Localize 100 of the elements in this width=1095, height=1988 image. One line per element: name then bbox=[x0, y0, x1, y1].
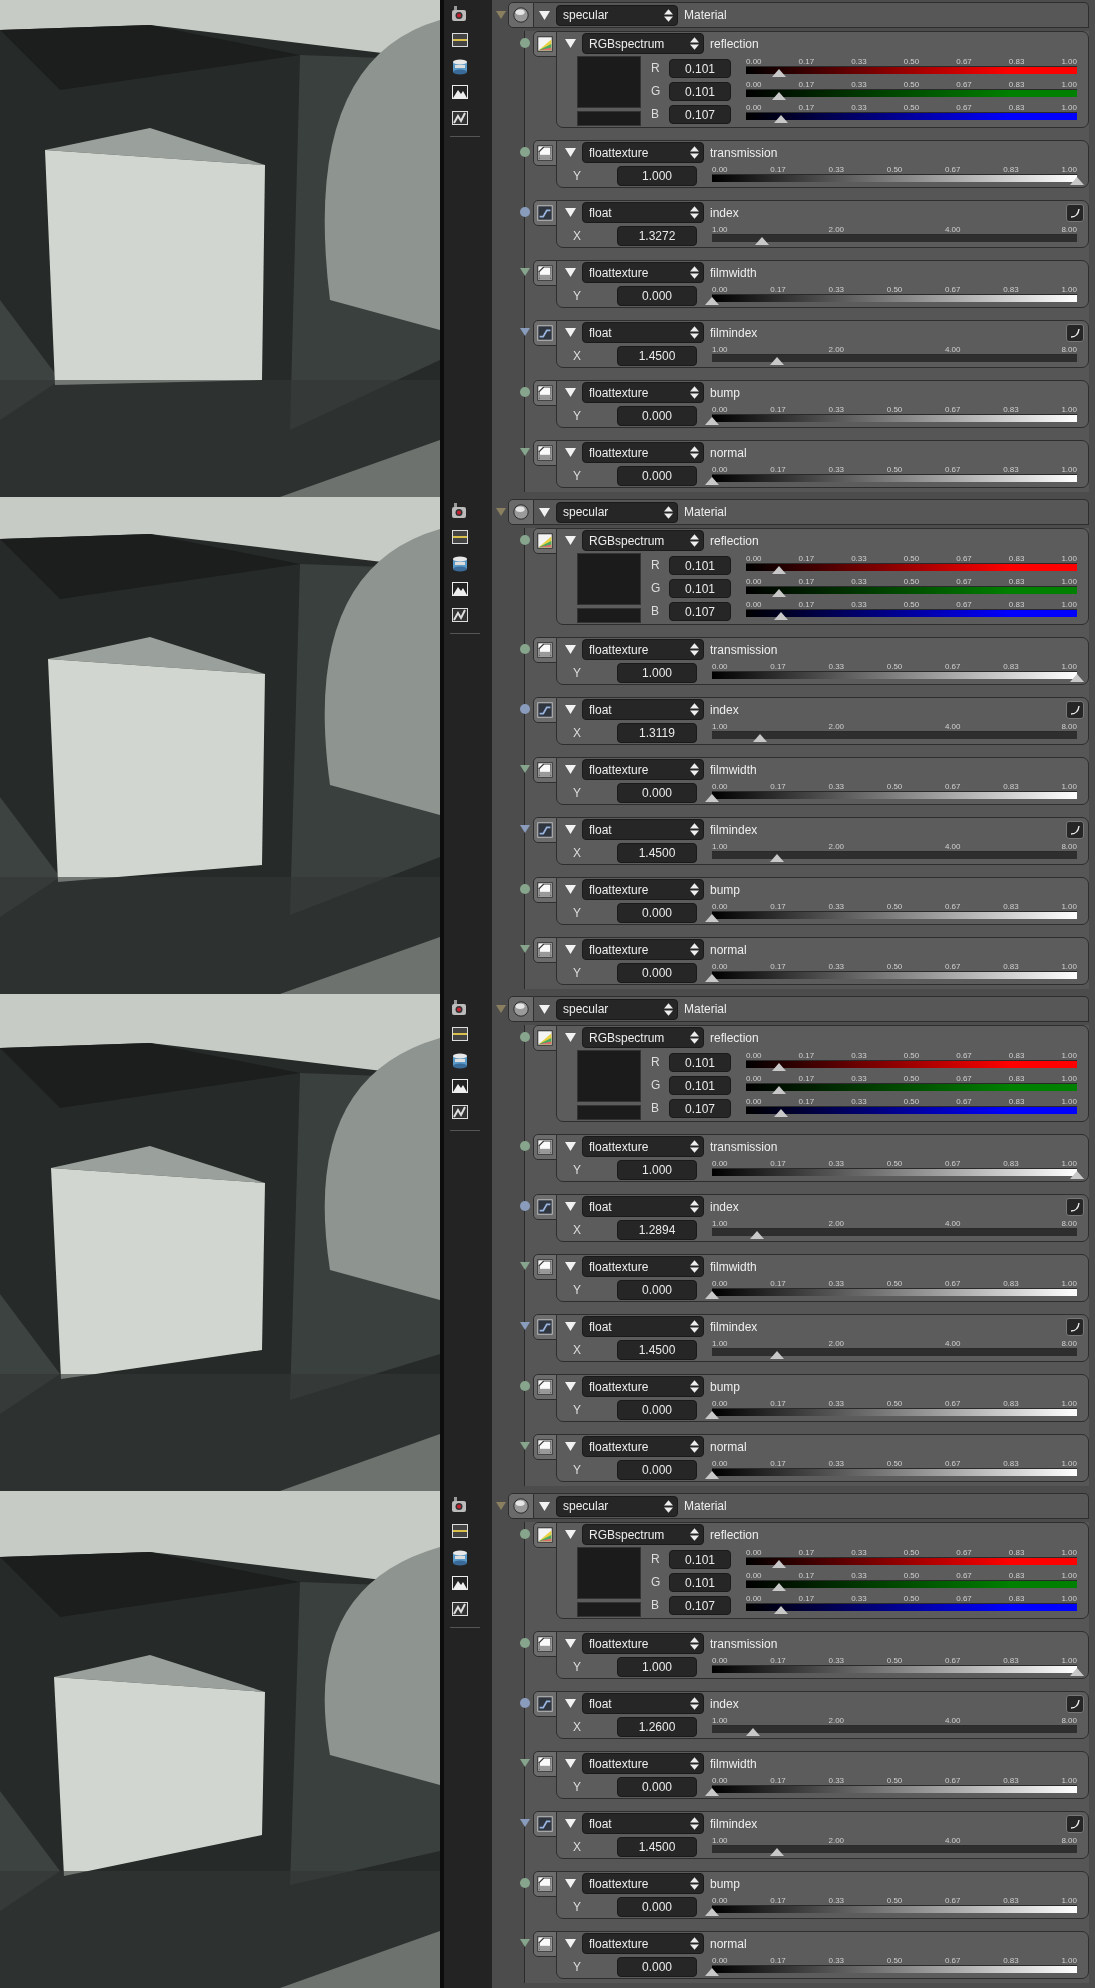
collapse-icon[interactable] bbox=[565, 644, 576, 655]
texture-tab[interactable] bbox=[533, 1134, 557, 1160]
connector-icon[interactable] bbox=[520, 1529, 530, 1539]
value-field[interactable]: 1.4500 bbox=[617, 1837, 697, 1857]
texture-type-dropdown[interactable]: float bbox=[582, 1196, 704, 1217]
slider-thumb[interactable] bbox=[1070, 1171, 1084, 1179]
strip-icon[interactable] bbox=[450, 1024, 470, 1044]
texture-tab[interactable] bbox=[533, 1194, 557, 1220]
texture-tab[interactable] bbox=[533, 1751, 557, 1777]
texture-tab[interactable] bbox=[533, 1631, 557, 1657]
slider-thumb[interactable] bbox=[772, 1086, 787, 1094]
collapse-icon[interactable] bbox=[539, 9, 550, 21]
collapse-icon[interactable] bbox=[565, 824, 576, 835]
connector-icon[interactable] bbox=[520, 38, 530, 48]
texture-type-dropdown[interactable]: floattexture bbox=[582, 262, 704, 283]
connector-icon[interactable] bbox=[520, 1321, 530, 1331]
texture-tab[interactable] bbox=[533, 637, 557, 663]
texture-type-dropdown[interactable]: floattexture bbox=[582, 879, 704, 900]
image-icon[interactable] bbox=[450, 82, 470, 102]
connector-icon[interactable] bbox=[520, 1878, 530, 1888]
texture-tab[interactable] bbox=[533, 528, 557, 554]
slider-thumb[interactable] bbox=[770, 1351, 785, 1359]
slider-thumb[interactable] bbox=[705, 794, 719, 802]
value-field[interactable]: 1.4500 bbox=[617, 843, 697, 863]
color-swatch[interactable] bbox=[577, 1602, 641, 1617]
slider-thumb[interactable] bbox=[772, 92, 787, 100]
collapse-icon[interactable] bbox=[565, 1878, 576, 1889]
value-field[interactable]: 0.000 bbox=[617, 1777, 697, 1797]
texture-tab[interactable] bbox=[533, 260, 557, 286]
connector-icon[interactable] bbox=[520, 447, 530, 457]
texture-tab[interactable] bbox=[533, 1522, 557, 1548]
collapse-icon[interactable] bbox=[539, 1003, 550, 1015]
curve-button[interactable] bbox=[1066, 1197, 1084, 1216]
texture-type-dropdown[interactable]: floattexture bbox=[582, 382, 704, 403]
collapse-icon[interactable] bbox=[565, 1261, 576, 1272]
value-field[interactable]: 0.000 bbox=[617, 963, 697, 983]
value-field[interactable]: 1.3272 bbox=[617, 226, 697, 246]
texture-type-dropdown[interactable]: float bbox=[582, 322, 704, 343]
slider-thumb[interactable] bbox=[770, 1848, 785, 1856]
slider-thumb[interactable] bbox=[705, 417, 719, 425]
texture-type-dropdown[interactable]: floattexture bbox=[582, 1136, 704, 1157]
connector-icon[interactable] bbox=[520, 1261, 530, 1271]
curve-button[interactable] bbox=[1066, 1317, 1084, 1336]
connector-icon[interactable] bbox=[520, 1818, 530, 1828]
color-swatch[interactable] bbox=[577, 553, 641, 605]
value-field[interactable]: 0.101 bbox=[669, 1053, 731, 1072]
collapse-icon[interactable] bbox=[539, 1500, 550, 1512]
texture-tab[interactable] bbox=[533, 697, 557, 723]
slider-thumb[interactable] bbox=[705, 1908, 719, 1916]
texture-tab[interactable] bbox=[533, 1871, 557, 1897]
value-field[interactable]: 0.101 bbox=[669, 579, 731, 598]
collapse-icon[interactable] bbox=[565, 944, 576, 955]
color-swatch[interactable] bbox=[577, 608, 641, 623]
texture-tab[interactable] bbox=[533, 1811, 557, 1837]
broken-image-icon[interactable] bbox=[450, 1102, 470, 1122]
collapse-icon[interactable] bbox=[565, 1321, 576, 1332]
value-field[interactable]: 0.000 bbox=[617, 1400, 697, 1420]
texture-tab[interactable] bbox=[533, 877, 557, 903]
value-field[interactable]: 0.000 bbox=[617, 466, 697, 486]
slider-thumb[interactable] bbox=[770, 357, 785, 365]
connector-icon[interactable] bbox=[520, 884, 530, 894]
slider-thumb[interactable] bbox=[705, 1291, 719, 1299]
value-field[interactable]: 0.000 bbox=[617, 286, 697, 306]
color-swatch[interactable] bbox=[577, 1050, 641, 1102]
value-field[interactable]: 0.000 bbox=[617, 406, 697, 426]
collapse-icon[interactable] bbox=[565, 38, 576, 49]
collapse-icon[interactable] bbox=[565, 147, 576, 158]
slider-thumb[interactable] bbox=[1070, 1668, 1084, 1676]
value-field[interactable]: 1.4500 bbox=[617, 1340, 697, 1360]
material-tab[interactable] bbox=[508, 996, 534, 1022]
value-field[interactable]: 0.107 bbox=[669, 602, 731, 621]
value-field[interactable]: 0.107 bbox=[669, 1596, 731, 1615]
texture-type-dropdown[interactable]: float bbox=[582, 1813, 704, 1834]
collapse-icon[interactable] bbox=[565, 327, 576, 338]
connector-icon[interactable] bbox=[520, 644, 530, 654]
collapse-icon[interactable] bbox=[565, 1381, 576, 1392]
curve-button[interactable] bbox=[1066, 820, 1084, 839]
connector-icon[interactable] bbox=[520, 387, 530, 397]
texture-type-dropdown[interactable]: float bbox=[582, 1316, 704, 1337]
slider-thumb[interactable] bbox=[705, 914, 719, 922]
texture-tab[interactable] bbox=[533, 1254, 557, 1280]
broken-image-icon[interactable] bbox=[450, 1599, 470, 1619]
value-field[interactable]: 0.107 bbox=[669, 1099, 731, 1118]
curve-button[interactable] bbox=[1066, 1694, 1084, 1713]
collapse-icon[interactable] bbox=[565, 267, 576, 278]
connector-icon[interactable] bbox=[520, 764, 530, 774]
material-type-dropdown[interactable]: specular bbox=[556, 1495, 678, 1517]
texture-type-dropdown[interactable]: RGBspectrum bbox=[582, 33, 704, 54]
connector-icon[interactable] bbox=[520, 327, 530, 337]
connector-icon[interactable] bbox=[520, 207, 530, 217]
material-type-dropdown[interactable]: specular bbox=[556, 4, 678, 26]
material-type-dropdown[interactable]: specular bbox=[556, 501, 678, 523]
texture-type-dropdown[interactable]: floattexture bbox=[582, 1436, 704, 1457]
texture-type-dropdown[interactable]: RGBspectrum bbox=[582, 1027, 704, 1048]
slider-thumb[interactable] bbox=[705, 1411, 719, 1419]
texture-tab[interactable] bbox=[533, 380, 557, 406]
collapse-icon[interactable] bbox=[565, 1201, 576, 1212]
collapse-icon[interactable] bbox=[539, 506, 550, 518]
image-icon[interactable] bbox=[450, 1573, 470, 1593]
image-icon[interactable] bbox=[450, 1076, 470, 1096]
